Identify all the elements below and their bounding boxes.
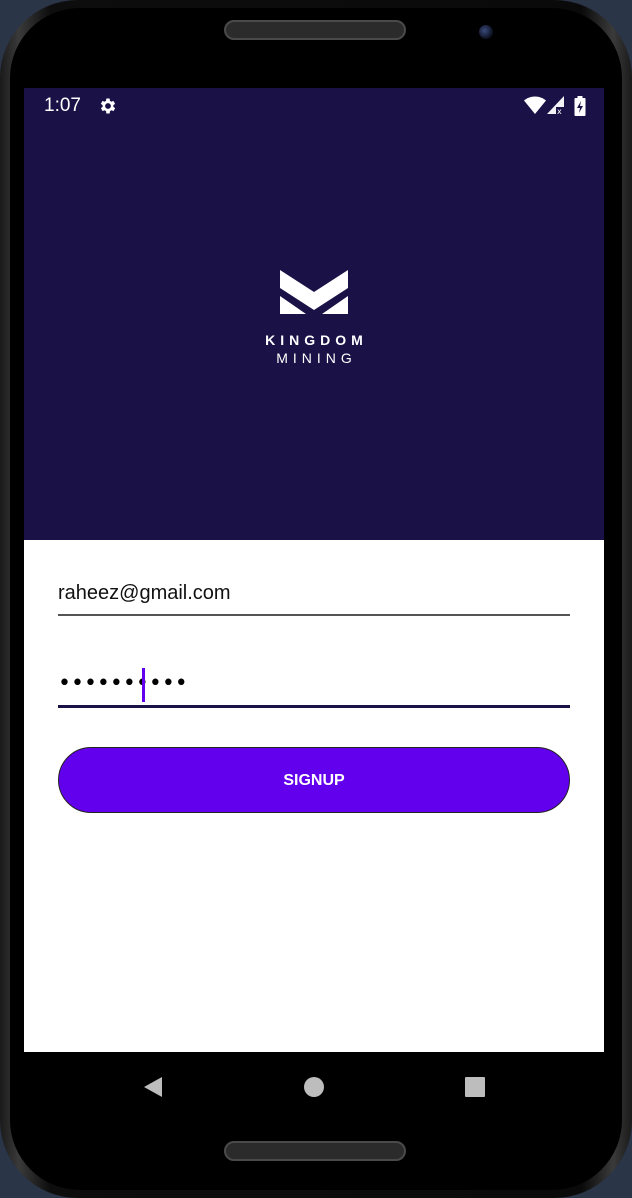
signup-button[interactable]: SIGNUP [58,747,570,813]
logo-text-kingdom: KINGDOM [265,332,368,348]
app-screen: 1:07 x KINGDOM MINING raheez@gmail.com •… [24,88,604,1052]
logo-text-mining: MINING [276,350,357,366]
bottom-speaker [224,1141,406,1161]
home-icon[interactable] [303,1076,325,1103]
logo-mark-icon [280,270,348,314]
status-time: 1:07 [44,95,81,116]
text-cursor [142,668,145,702]
battery-charging-icon [574,96,586,116]
kingdom-mining-logo: KINGDOM MINING [24,270,604,366]
back-icon[interactable] [142,1076,164,1103]
settings-icon [98,96,118,116]
status-bar: 1:07 x [24,88,604,124]
front-camera [479,25,493,39]
email-field[interactable] [58,582,570,616]
recents-icon[interactable] [464,1076,486,1103]
password-input[interactable]: •••••••••• [58,673,188,695]
top-speaker [224,20,406,40]
password-field[interactable]: •••••••••• [58,666,570,708]
header-banner: 1:07 x KINGDOM MINING [24,88,604,540]
phone-frame: 1:07 x KINGDOM MINING raheez@gmail.com •… [0,0,632,1198]
wifi-icon [524,96,546,114]
svg-text:x: x [557,107,562,114]
cell-signal-icon: x [547,96,564,114]
email-input[interactable] [58,582,570,605]
navigation-bar [24,1052,604,1120]
